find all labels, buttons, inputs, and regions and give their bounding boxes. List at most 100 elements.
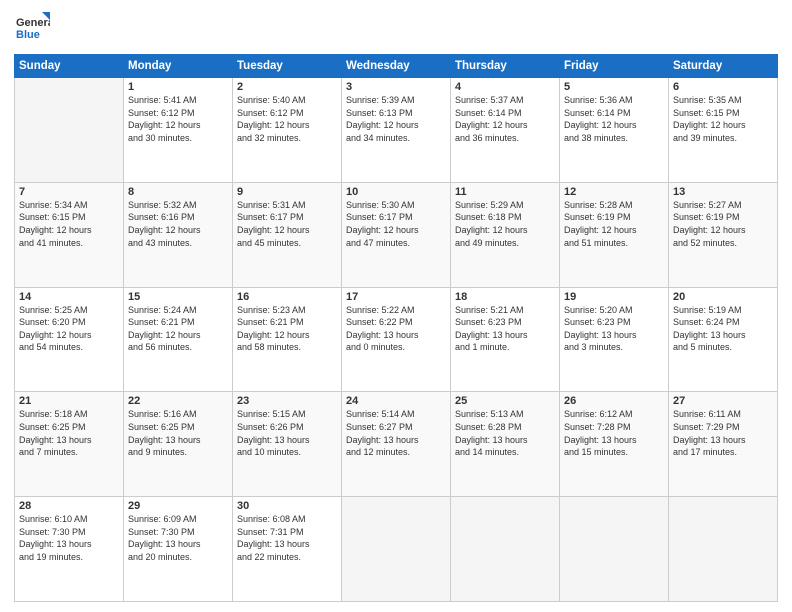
day-cell: [342, 497, 451, 602]
day-cell: 9 Sunrise: 5:31 AMSunset: 6:17 PMDaylight…: [233, 182, 342, 287]
day-number: 8: [128, 186, 228, 198]
svg-text:General: General: [16, 17, 50, 29]
day-info: Sunrise: 5:27 AMSunset: 6:19 PMDaylight:…: [673, 200, 746, 248]
day-info: Sunrise: 6:09 AMSunset: 7:30 PMDaylight:…: [128, 514, 201, 562]
day-info: Sunrise: 5:31 AMSunset: 6:17 PMDaylight:…: [237, 200, 310, 248]
day-cell: 26 Sunrise: 6:12 AMSunset: 7:28 PMDayligh…: [560, 392, 669, 497]
svg-text:Blue: Blue: [16, 29, 40, 41]
header-row: Sunday Monday Tuesday Wednesday Thursday…: [15, 55, 778, 78]
day-cell: 11 Sunrise: 5:29 AMSunset: 6:18 PMDayligh…: [451, 182, 560, 287]
col-tuesday: Tuesday: [233, 55, 342, 78]
day-number: 6: [673, 81, 773, 93]
day-cell: [560, 497, 669, 602]
day-info: Sunrise: 5:19 AMSunset: 6:24 PMDaylight:…: [673, 305, 746, 353]
day-cell: 6 Sunrise: 5:35 AMSunset: 6:15 PMDaylight…: [669, 78, 778, 183]
day-info: Sunrise: 6:08 AMSunset: 7:31 PMDaylight:…: [237, 514, 310, 562]
day-info: Sunrise: 5:14 AMSunset: 6:27 PMDaylight:…: [346, 409, 419, 457]
week-row-3: 14Sunrise: 5:25 AMSunset: 6:20 PMDayligh…: [15, 287, 778, 392]
day-cell: 8 Sunrise: 5:32 AMSunset: 6:16 PMDaylight…: [124, 182, 233, 287]
day-cell: 4Sunrise: 5:37 AMSunset: 6:14 PMDaylight…: [451, 78, 560, 183]
day-number: 29: [128, 500, 228, 512]
logo: General Blue: [14, 10, 50, 46]
day-info: Sunrise: 5:22 AMSunset: 6:22 PMDaylight:…: [346, 305, 419, 353]
day-number: 23: [237, 395, 337, 407]
day-info: Sunrise: 5:36 AMSunset: 6:14 PMDaylight:…: [564, 95, 637, 143]
logo-svg: General Blue: [14, 10, 50, 46]
day-number: 27: [673, 395, 773, 407]
day-number: 16: [237, 291, 337, 303]
day-cell: 29 Sunrise: 6:09 AMSunset: 7:30 PMDayligh…: [124, 497, 233, 602]
day-info: Sunrise: 5:34 AMSunset: 6:15 PMDaylight:…: [19, 200, 92, 248]
day-info: Sunrise: 5:32 AMSunset: 6:16 PMDaylight:…: [128, 200, 201, 248]
col-thursday: Thursday: [451, 55, 560, 78]
day-info: Sunrise: 5:37 AMSunset: 6:14 PMDaylight:…: [455, 95, 528, 143]
day-number: 10: [346, 186, 446, 198]
day-info: Sunrise: 6:12 AMSunset: 7:28 PMDaylight:…: [564, 409, 637, 457]
day-cell: 18 Sunrise: 5:21 AMSunset: 6:23 PMDayligh…: [451, 287, 560, 392]
day-number: 15: [128, 291, 228, 303]
day-cell: 15 Sunrise: 5:24 AMSunset: 6:21 PMDayligh…: [124, 287, 233, 392]
day-number: 30: [237, 500, 337, 512]
day-cell: 24 Sunrise: 5:14 AMSunset: 6:27 PMDayligh…: [342, 392, 451, 497]
day-info: Sunrise: 5:21 AMSunset: 6:23 PMDaylight:…: [455, 305, 528, 353]
day-number: 24: [346, 395, 446, 407]
day-info: Sunrise: 5:16 AMSunset: 6:25 PMDaylight:…: [128, 409, 201, 457]
day-cell: 23 Sunrise: 5:15 AMSunset: 6:26 PMDayligh…: [233, 392, 342, 497]
header: General Blue: [14, 10, 778, 46]
day-number: 18: [455, 291, 555, 303]
day-cell: 1 Sunrise: 5:41 AMSunset: 6:12 PMDaylight…: [124, 78, 233, 183]
day-number: 9: [237, 186, 337, 198]
day-cell: [15, 78, 124, 183]
day-number: 17: [346, 291, 446, 303]
day-cell: 13 Sunrise: 5:27 AMSunset: 6:19 PMDayligh…: [669, 182, 778, 287]
day-cell: 22 Sunrise: 5:16 AMSunset: 6:25 PMDayligh…: [124, 392, 233, 497]
day-cell: 16 Sunrise: 5:23 AMSunset: 6:21 PMDayligh…: [233, 287, 342, 392]
day-number: 7: [19, 186, 119, 198]
day-number: 3: [346, 81, 446, 93]
day-cell: 19 Sunrise: 5:20 AMSunset: 6:23 PMDayligh…: [560, 287, 669, 392]
day-info: Sunrise: 5:30 AMSunset: 6:17 PMDaylight:…: [346, 200, 419, 248]
day-number: 22: [128, 395, 228, 407]
day-info: Sunrise: 5:28 AMSunset: 6:19 PMDaylight:…: [564, 200, 637, 248]
day-number: 13: [673, 186, 773, 198]
col-sunday: Sunday: [15, 55, 124, 78]
day-info: Sunrise: 5:15 AMSunset: 6:26 PMDaylight:…: [237, 409, 310, 457]
day-cell: 2 Sunrise: 5:40 AMSunset: 6:12 PMDaylight…: [233, 78, 342, 183]
day-number: 21: [19, 395, 119, 407]
day-cell: 7 Sunrise: 5:34 AMSunset: 6:15 PMDaylight…: [15, 182, 124, 287]
day-info: Sunrise: 5:24 AMSunset: 6:21 PMDaylight:…: [128, 305, 201, 353]
week-row-1: 1 Sunrise: 5:41 AMSunset: 6:12 PMDaylight…: [15, 78, 778, 183]
day-cell: 21Sunrise: 5:18 AMSunset: 6:25 PMDayligh…: [15, 392, 124, 497]
day-info: Sunrise: 5:39 AMSunset: 6:13 PMDaylight:…: [346, 95, 419, 143]
day-cell: 25Sunrise: 5:13 AMSunset: 6:28 PMDayligh…: [451, 392, 560, 497]
day-info: Sunrise: 5:23 AMSunset: 6:21 PMDaylight:…: [237, 305, 310, 353]
day-cell: 17 Sunrise: 5:22 AMSunset: 6:22 PMDayligh…: [342, 287, 451, 392]
day-cell: 14Sunrise: 5:25 AMSunset: 6:20 PMDayligh…: [15, 287, 124, 392]
day-info: Sunrise: 6:11 AMSunset: 7:29 PMDaylight:…: [673, 409, 746, 457]
col-monday: Monday: [124, 55, 233, 78]
day-info: Sunrise: 5:29 AMSunset: 6:18 PMDaylight:…: [455, 200, 528, 248]
day-info: Sunrise: 5:35 AMSunset: 6:15 PMDaylight:…: [673, 95, 746, 143]
day-info: Sunrise: 5:20 AMSunset: 6:23 PMDaylight:…: [564, 305, 637, 353]
day-cell: 20 Sunrise: 5:19 AMSunset: 6:24 PMDayligh…: [669, 287, 778, 392]
day-number: 19: [564, 291, 664, 303]
page: General Blue Sunday Monday Tuesday Wedne…: [0, 0, 792, 612]
calendar-table: Sunday Monday Tuesday Wednesday Thursday…: [14, 54, 778, 602]
day-info: Sunrise: 6:10 AMSunset: 7:30 PMDaylight:…: [19, 514, 92, 562]
day-number: 20: [673, 291, 773, 303]
day-info: Sunrise: 5:40 AMSunset: 6:12 PMDaylight:…: [237, 95, 310, 143]
week-row-4: 21Sunrise: 5:18 AMSunset: 6:25 PMDayligh…: [15, 392, 778, 497]
day-number: 12: [564, 186, 664, 198]
day-cell: 3 Sunrise: 5:39 AMSunset: 6:13 PMDaylight…: [342, 78, 451, 183]
day-cell: 28Sunrise: 6:10 AMSunset: 7:30 PMDayligh…: [15, 497, 124, 602]
day-info: Sunrise: 5:41 AMSunset: 6:12 PMDaylight:…: [128, 95, 201, 143]
day-number: 25: [455, 395, 555, 407]
day-cell: 12 Sunrise: 5:28 AMSunset: 6:19 PMDayligh…: [560, 182, 669, 287]
day-cell: 27 Sunrise: 6:11 AMSunset: 7:29 PMDayligh…: [669, 392, 778, 497]
day-number: 14: [19, 291, 119, 303]
col-wednesday: Wednesday: [342, 55, 451, 78]
day-number: 2: [237, 81, 337, 93]
day-number: 26: [564, 395, 664, 407]
day-number: 11: [455, 186, 555, 198]
day-number: 1: [128, 81, 228, 93]
